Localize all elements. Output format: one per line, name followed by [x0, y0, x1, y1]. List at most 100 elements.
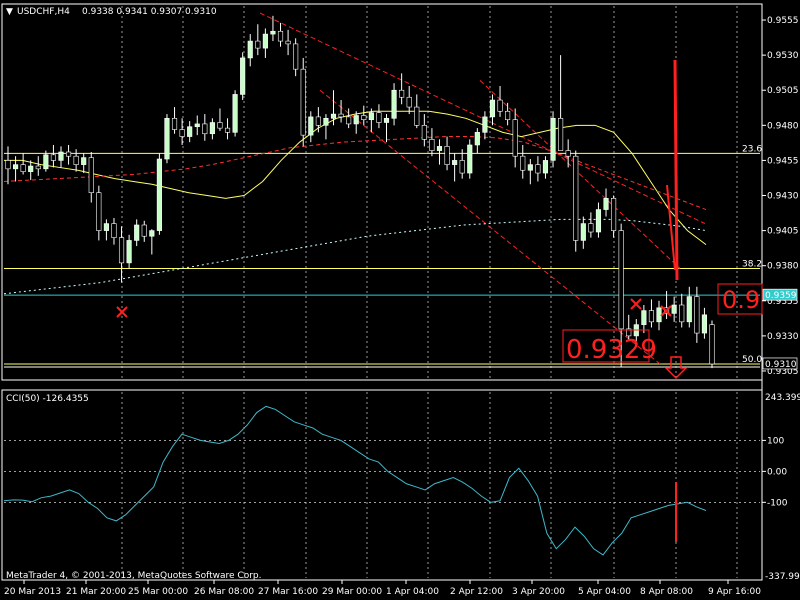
candle: [247, 34, 253, 67]
channel-line-mid: [479, 80, 681, 269]
candle-body-bull: [550, 118, 556, 161]
candle: [65, 144, 72, 165]
candle-body-bear: [459, 160, 465, 174]
candle-body-bull: [436, 146, 443, 151]
time-label: 9 Apr 16:00: [708, 587, 761, 597]
candle-body-bear: [111, 223, 117, 238]
candle: [194, 115, 200, 136]
fib-level-label: 38.2: [742, 260, 762, 270]
candle-body-bull: [240, 57, 246, 95]
time-label: 2 Apr 12:00: [450, 587, 503, 597]
candle: [474, 128, 480, 154]
candle: [50, 144, 56, 168]
candle: [535, 156, 541, 182]
candle-body-bull: [383, 118, 390, 123]
candle-body-bear: [588, 223, 594, 233]
candle-body-bear: [679, 304, 685, 323]
candle-body-bear: [202, 123, 208, 135]
candle-body-bear: [611, 198, 617, 231]
candle-body-bear: [118, 237, 125, 264]
candle-body-bear: [179, 129, 185, 137]
price-panel-frame: [1, 3, 763, 381]
candle-body-bull: [81, 157, 87, 165]
cci-level-label: -100: [767, 498, 788, 508]
candle-body-bull: [134, 224, 140, 241]
candle: [126, 234, 132, 269]
price-tick-label: 0.9430: [767, 192, 799, 202]
price-tick-label: 0.9405: [767, 227, 799, 237]
cci-label: CCI(50) -126.4355: [6, 394, 89, 404]
candle-body-bull: [308, 116, 314, 136]
candle-body-bull: [126, 240, 132, 264]
candle: [512, 108, 518, 168]
time-label: 20 Mar 2013: [4, 587, 61, 597]
cci-min-label: -337.996: [765, 572, 800, 582]
candle-body-bull: [247, 40, 253, 59]
candle-body-bear: [73, 155, 79, 165]
candle-body-bull: [686, 296, 692, 323]
candle: [164, 114, 170, 164]
price-axis[interactable]: 0.9555 0.9530 0.9505 0.9480 0.9455 0.9430 0.94…: [762, 16, 799, 377]
candle-body-bear: [50, 154, 56, 161]
candle: [96, 185, 102, 241]
chart-symbol-label: USDCHF,H4: [17, 7, 70, 17]
price-tick-label: 0.9555: [767, 16, 799, 26]
copyright-label: MetaTrader 4, © 2001-2013, MetaQuotes So…: [6, 571, 262, 581]
candle-body-bull: [527, 164, 533, 171]
arrow-shaft: [673, 59, 679, 281]
candle: [573, 150, 579, 252]
candle: [277, 22, 284, 47]
time-label: 1 Apr 04:00: [386, 587, 439, 597]
candle-body-bull: [323, 118, 329, 126]
fib-level-label: 50.0: [742, 355, 762, 365]
grid-lines: [121, 6, 738, 578]
chart-canvas[interactable]: ▼ USDCHF,H4 0.9338 0.9341 0.9307 0.9310 …: [0, 0, 800, 600]
candle: [686, 286, 692, 328]
candle-body-bear: [573, 155, 579, 241]
candle-body-bear: [535, 164, 541, 174]
price-tick-label: 0.9480: [767, 121, 799, 131]
candle-body-bear: [414, 106, 420, 126]
candle: [361, 105, 367, 126]
candle: [293, 38, 299, 77]
candle: [156, 153, 162, 235]
candle-body-bull: [58, 151, 64, 161]
candle: [671, 296, 677, 322]
candle: [35, 156, 41, 176]
candle: [391, 83, 397, 126]
candle: [429, 128, 435, 157]
candle: [376, 104, 382, 129]
candle-body-bull: [489, 99, 496, 118]
chart-symbol-caret[interactable]: ▼: [6, 7, 13, 17]
trend-channel: [259, 12, 706, 365]
candle: [58, 146, 64, 168]
candle-body-bull: [232, 94, 238, 133]
candle: [270, 15, 276, 42]
price-tick-label: 0.9455: [767, 156, 799, 166]
candle-body-bear: [648, 310, 655, 323]
candle: [505, 102, 511, 126]
candle-body-bear: [255, 40, 261, 49]
chart-ohlc-label: 0.9338 0.9341 0.9307 0.9310: [82, 7, 217, 17]
candle-body-bear: [141, 224, 147, 237]
candle: [641, 305, 647, 334]
fib-level-label: 23.6: [742, 144, 762, 154]
candle: [323, 114, 329, 140]
cci-level-label: 0.00: [767, 467, 787, 477]
mt4-chart-window[interactable]: ▼ USDCHF,H4 0.9338 0.9341 0.9307 0.9310 …: [0, 0, 800, 600]
candle-body-bull: [368, 112, 374, 121]
candle: [383, 114, 390, 143]
candle: [611, 195, 617, 238]
candle: [489, 94, 496, 126]
candle-body-bull: [43, 154, 49, 170]
candle: [224, 118, 231, 140]
candle-body-bull: [701, 314, 708, 334]
moving-averages: [3, 110, 707, 295]
time-axis[interactable]: 20 Mar 2013 21 Mar 20:00 25 Mar 00:00 26 Ma…: [4, 580, 761, 597]
candle: [262, 28, 268, 58]
candle: [187, 121, 193, 143]
candle-body-bear: [96, 192, 102, 231]
candle: [558, 55, 564, 151]
candle: [580, 216, 586, 249]
candle-body-bear: [171, 118, 178, 130]
